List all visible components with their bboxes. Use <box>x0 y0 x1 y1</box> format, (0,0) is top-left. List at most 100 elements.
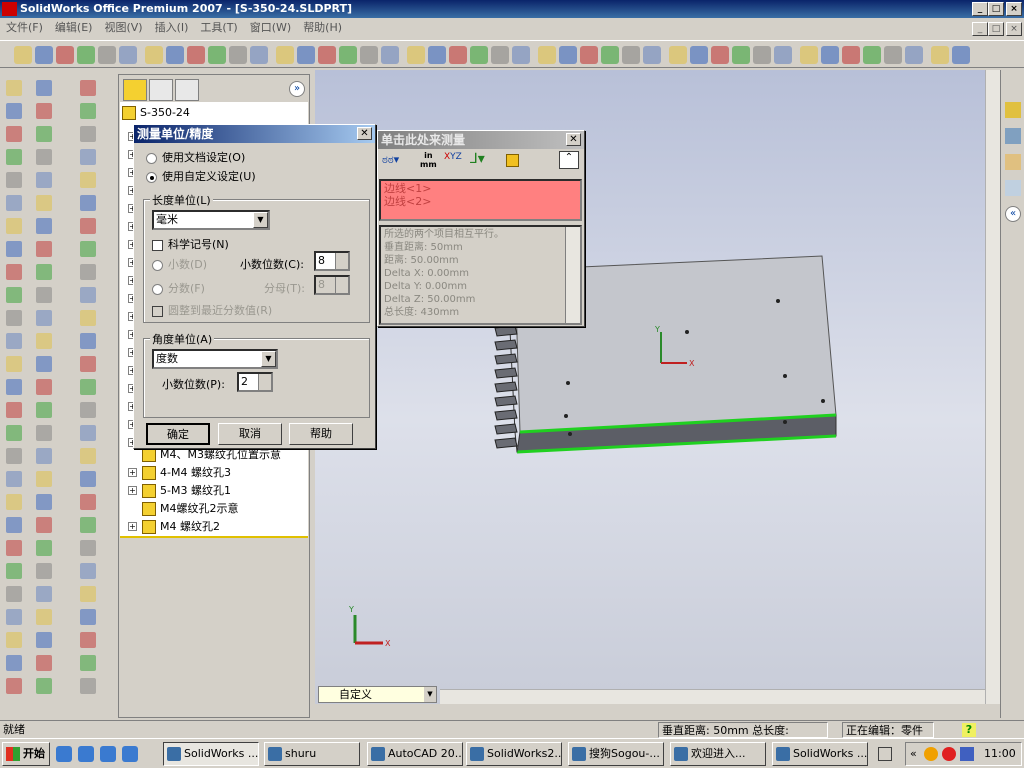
tool-icon[interactable] <box>36 517 52 533</box>
tool-icon[interactable] <box>80 195 96 211</box>
toolbar-button-icon[interactable] <box>276 46 294 64</box>
taskbar-button[interactable]: shuru <box>264 742 360 766</box>
tool-icon[interactable] <box>36 149 52 165</box>
tool-icon[interactable] <box>36 540 52 556</box>
taskbar-button[interactable]: SolidWorks2... <box>466 742 562 766</box>
toolbar-button-icon[interactable] <box>690 46 708 64</box>
menu-window[interactable]: 窗口(W) <box>250 21 291 34</box>
tool-icon[interactable] <box>80 402 96 418</box>
menu-insert[interactable]: 插入(I) <box>155 21 189 34</box>
toolbar-button-icon[interactable] <box>428 46 446 64</box>
tool-icon[interactable] <box>36 80 52 96</box>
maximize-button[interactable]: □ <box>988 2 1004 16</box>
horizontal-scrollbar[interactable] <box>440 689 985 704</box>
tool-icon[interactable] <box>36 287 52 303</box>
toolbar-button-icon[interactable] <box>905 46 923 64</box>
tree-item[interactable]: +4-M4 螺纹孔3 <box>128 464 231 482</box>
tool-icon[interactable] <box>6 241 22 257</box>
toolbar-button-icon[interactable] <box>360 46 378 64</box>
antivirus-icon[interactable] <box>942 747 956 761</box>
tool-icon[interactable] <box>80 333 96 349</box>
tool-icon[interactable] <box>6 103 22 119</box>
toolbar-button-icon[interactable] <box>187 46 205 64</box>
tool-icon[interactable] <box>6 609 22 625</box>
cancel-button[interactable]: 取消 <box>218 423 282 445</box>
toolbar-button-icon[interactable] <box>208 46 226 64</box>
taskbar-button[interactable]: AutoCAD 20... <box>367 742 463 766</box>
tool-icon[interactable] <box>36 218 52 234</box>
toolbar-button-icon[interactable] <box>753 46 771 64</box>
toolbar-button-icon[interactable] <box>863 46 881 64</box>
selection-item[interactable]: 边线<1> <box>384 182 577 195</box>
expand-tray-icon[interactable]: « <box>910 747 917 760</box>
angle-unit-select[interactable]: 度数 ▼ <box>152 349 278 369</box>
taskbar-button[interactable]: SolidWorks ... <box>163 742 259 766</box>
toolbar-button-icon[interactable] <box>250 46 268 64</box>
taskbar-button[interactable]: SolidWorks ... <box>772 742 868 766</box>
tool-icon[interactable] <box>6 494 22 510</box>
tool-icon[interactable] <box>6 287 22 303</box>
toolbar-button-icon[interactable] <box>952 46 970 64</box>
tool-icon[interactable] <box>80 494 96 510</box>
tool-icon[interactable] <box>80 632 96 648</box>
selection-item[interactable]: 边线<2> <box>384 195 577 208</box>
toolbar-button-icon[interactable] <box>56 46 74 64</box>
tool-icon[interactable] <box>36 241 52 257</box>
tool-icon[interactable] <box>6 149 22 165</box>
tree-item[interactable]: +5-M3 螺纹孔1 <box>128 482 231 500</box>
menu-edit[interactable]: 编辑(E) <box>55 21 93 34</box>
tool-icon[interactable] <box>80 586 96 602</box>
toolbar-button-icon[interactable] <box>774 46 792 64</box>
keyboard-icon[interactable] <box>878 747 892 761</box>
toolbar-button-icon[interactable] <box>580 46 598 64</box>
tool-icon[interactable] <box>80 264 96 280</box>
toolbar-button-icon[interactable] <box>512 46 530 64</box>
tool-icon[interactable] <box>80 379 96 395</box>
toolbar-button-icon[interactable] <box>449 46 467 64</box>
menu-view[interactable]: 视图(V) <box>104 21 142 34</box>
doc-restore-button[interactable]: □ <box>988 22 1004 36</box>
close-icon[interactable]: ✕ <box>566 133 581 146</box>
tool-icon[interactable] <box>36 356 52 372</box>
tool-icon[interactable] <box>6 632 22 648</box>
tool-icon[interactable] <box>80 149 96 165</box>
tool-icon[interactable] <box>80 126 96 142</box>
tool-icon[interactable] <box>6 356 22 372</box>
collapse-pane-button[interactable]: « <box>1005 206 1021 222</box>
close-button[interactable]: × <box>1006 2 1022 16</box>
tool-icon[interactable] <box>6 655 22 671</box>
network-icon[interactable] <box>960 747 974 761</box>
help-button[interactable]: 帮助 <box>289 423 353 445</box>
tool-icon[interactable] <box>80 218 96 234</box>
tool-icon[interactable] <box>6 563 22 579</box>
tree-item[interactable]: M4螺纹孔2示意 <box>130 500 239 518</box>
tool-icon[interactable] <box>6 448 22 464</box>
tool-icon[interactable] <box>80 241 96 257</box>
doc-close-button[interactable]: × <box>1006 22 1022 36</box>
toolbar-button-icon[interactable] <box>884 46 902 64</box>
taskbar-button[interactable]: 欢迎进入... <box>670 742 766 766</box>
tool-icon[interactable] <box>6 402 22 418</box>
design-library-icon[interactable] <box>1005 128 1021 144</box>
tool-icon[interactable] <box>6 678 22 694</box>
tool-icon[interactable] <box>80 310 96 326</box>
close-icon[interactable]: ✕ <box>357 127 372 140</box>
toolbar-button-icon[interactable] <box>470 46 488 64</box>
tool-icon[interactable] <box>6 540 22 556</box>
tab-feature-tree[interactable] <box>123 79 147 101</box>
tool-icon[interactable] <box>36 103 52 119</box>
projection-icon[interactable] <box>506 154 519 167</box>
tool-icon[interactable] <box>6 517 22 533</box>
tree-item[interactable]: + M4 螺纹孔2 <box>128 518 220 536</box>
toolbar-button-icon[interactable] <box>339 46 357 64</box>
toolbar-button-icon[interactable] <box>318 46 336 64</box>
tool-icon[interactable] <box>36 126 52 142</box>
toolbar-button-icon[interactable] <box>538 46 556 64</box>
toolbar-button-icon[interactable] <box>622 46 640 64</box>
tool-icon[interactable] <box>80 356 96 372</box>
tool-icon[interactable] <box>80 471 96 487</box>
tool-icon[interactable] <box>36 425 52 441</box>
tool-icon[interactable] <box>80 172 96 188</box>
taskbar-button[interactable]: 搜狗Sogou-... <box>568 742 664 766</box>
tool-icon[interactable] <box>80 287 96 303</box>
